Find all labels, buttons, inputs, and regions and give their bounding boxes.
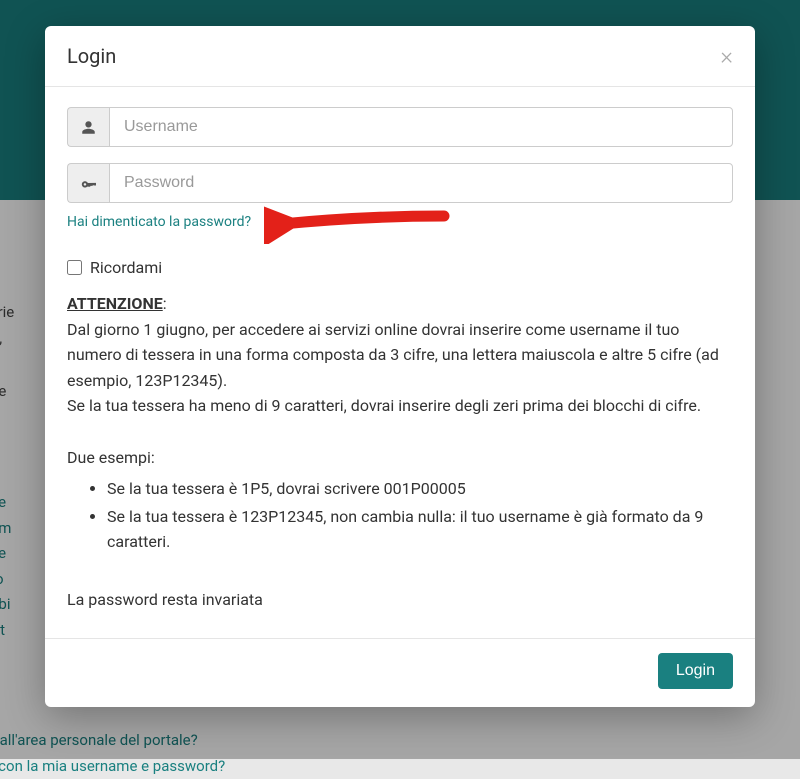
remember-me-row: Ricordami bbox=[67, 258, 733, 277]
password-note: La password resta invariata bbox=[67, 587, 733, 613]
notice-paragraph-1: Dal giorno 1 giugno, per accedere ai ser… bbox=[67, 320, 719, 390]
login-modal: Login × Hai dimenticato la password? Ric… bbox=[45, 26, 755, 707]
remember-label: Ricordami bbox=[90, 258, 162, 277]
example-item: Se la tua tessera è 123P12345, non cambi… bbox=[107, 504, 733, 555]
modal-header: Login × bbox=[45, 26, 755, 87]
modal-footer: Login bbox=[45, 638, 755, 707]
notice-block: ATTENZIONE: Dal giorno 1 giugno, per acc… bbox=[67, 291, 733, 612]
close-icon[interactable]: × bbox=[720, 44, 733, 68]
modal-body: Hai dimenticato la password? Ricordami A… bbox=[45, 87, 755, 638]
forgot-password-link[interactable]: Hai dimenticato la password? bbox=[67, 214, 251, 230]
example-item: Se la tua tessera è 1P5, dovrai scrivere… bbox=[107, 476, 733, 502]
modal-title: Login bbox=[67, 44, 116, 68]
username-group bbox=[67, 107, 733, 147]
username-input[interactable] bbox=[109, 107, 733, 147]
notice-paragraph-1b: Se la tua tessera ha meno di 9 caratteri… bbox=[67, 396, 701, 415]
login-button[interactable]: Login bbox=[658, 653, 733, 689]
examples-heading: Due esempi: bbox=[67, 445, 733, 471]
examples-list: Se la tua tessera è 1P5, dovrai scrivere… bbox=[107, 476, 733, 555]
password-group bbox=[67, 163, 733, 203]
key-icon bbox=[67, 163, 109, 203]
remember-checkbox[interactable] bbox=[67, 260, 82, 275]
password-input[interactable] bbox=[109, 163, 733, 203]
user-icon bbox=[67, 107, 109, 147]
attention-label: ATTENZIONE bbox=[67, 294, 163, 313]
